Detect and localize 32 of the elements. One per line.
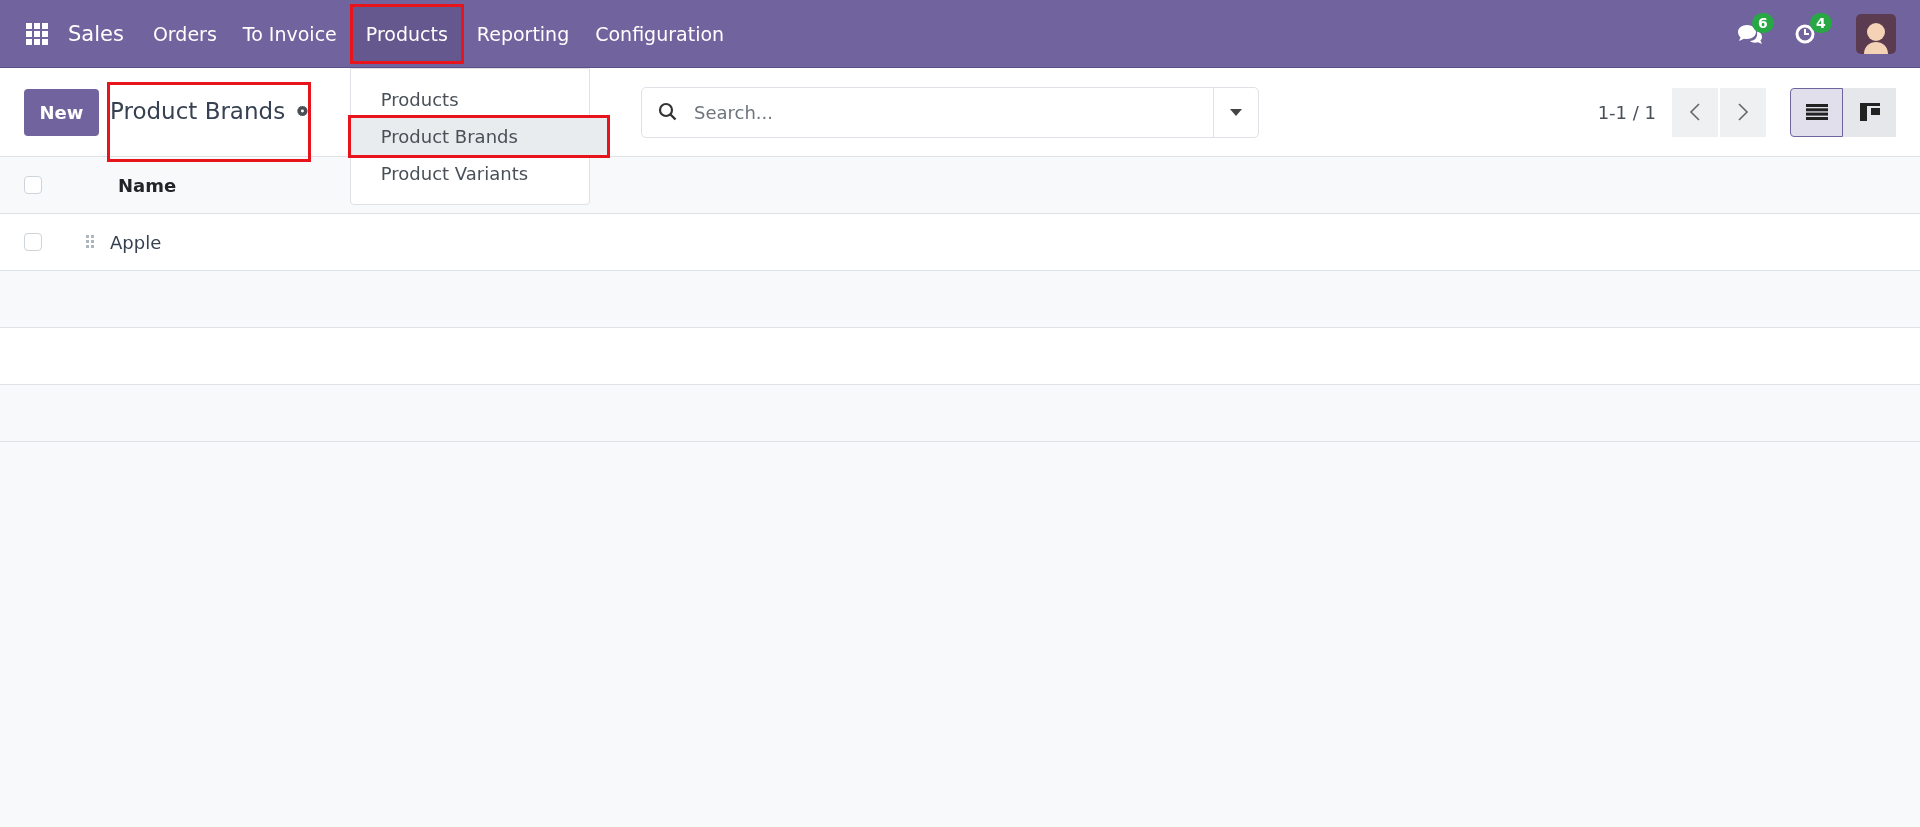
user-avatar[interactable] [1856, 13, 1896, 54]
select-all-checkbox[interactable] [24, 176, 42, 194]
drag-handle-icon[interactable] [86, 235, 94, 249]
chevron-right-icon [1737, 102, 1749, 122]
dropdown-item[interactable]: Product Brands [350, 118, 607, 155]
apps-grid-icon[interactable] [26, 22, 48, 45]
dropdown-item[interactable]: Product Variants [350, 155, 589, 192]
search-icon [658, 102, 678, 122]
menu-item[interactable]: Reporting [463, 0, 583, 67]
notification-badge: 6 [1752, 12, 1774, 33]
table-cell: Apple [110, 231, 162, 253]
kanban-icon [1859, 103, 1880, 121]
clock-icon[interactable] [1794, 22, 1816, 45]
kanban-view-button[interactable] [1843, 87, 1896, 137]
notification-badge: 4 [1810, 12, 1832, 33]
menu-item[interactable]: Orders [139, 0, 230, 67]
pager-value: 1-1 / 1 [1597, 101, 1656, 123]
dropdown-item[interactable]: Products [350, 81, 589, 118]
search-bar[interactable]: Search... [641, 86, 1259, 138]
menu-item[interactable]: Products [349, 3, 464, 64]
app-name[interactable]: Sales [68, 21, 124, 46]
menu-item[interactable]: Configuration [582, 0, 738, 67]
page-title: Product Brands [110, 98, 286, 124]
chevron-left-icon [1689, 102, 1701, 122]
list-lines-icon [1805, 104, 1828, 120]
gear-icon[interactable] [297, 103, 308, 119]
list-view-button[interactable] [1790, 87, 1843, 137]
new-button[interactable]: New [24, 88, 99, 136]
column-header[interactable]: Name [118, 174, 177, 196]
caret-icon[interactable] [1230, 108, 1242, 116]
menu-item[interactable]: To Invoice [229, 0, 350, 67]
row-checkbox[interactable] [24, 233, 42, 251]
